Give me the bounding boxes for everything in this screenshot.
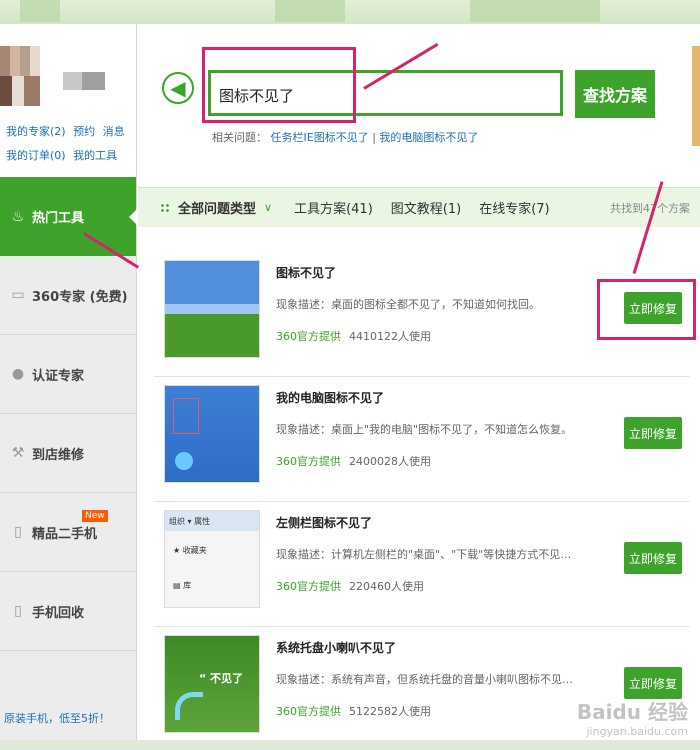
sidebar-item-label: 精品二手机 [32,526,98,542]
result-source: 360官方提供 [276,455,341,468]
my-tools-link[interactable]: 我的工具 [73,149,117,162]
related-link[interactable]: 我的电脑图标不见了 [379,131,478,144]
sidebar: 我的专家(2) 预约 消息 我的订单(0) 我的工具 ♨ 热门工具 ▭ 360专… [0,24,137,740]
desktop-placeholder [173,398,199,434]
wrench-icon: ⚒ [11,445,25,461]
new-badge: New [82,510,108,522]
promo-link[interactable]: 原装手机，低至5折！ [0,710,137,726]
fix-now-button[interactable]: 立即修复 [624,667,682,699]
chevron-down-icon[interactable]: ∨ [264,201,272,214]
result-description: 现象描述：桌面的图标全都不见了，不知道如何找回。 [276,298,540,311]
thumbnail-image [164,385,260,483]
result-title[interactable]: 图标不见了 [276,264,336,281]
blurred-region [470,0,600,22]
recycle-phone-icon: ▯ [14,603,22,619]
sidebar-item-phone-recycle[interactable]: ▯ 手机回收 [0,572,136,651]
globe-icon [175,452,193,470]
related-label: 相关问题： [212,131,267,144]
related-link[interactable]: 任务栏IE图标不见了 [271,131,369,144]
blurred-region [692,46,700,146]
tab-online-experts[interactable]: 在线专家(7) [479,198,549,217]
thumbnail-image [164,260,260,358]
fix-now-button[interactable]: 立即修复 [624,542,682,574]
monitor-icon: ▭ [11,287,25,303]
sidebar-item-label: 认证专家 [32,368,85,384]
result-title[interactable]: 我的电脑图标不见了 [276,389,384,406]
sidebar-item-label: 热门工具 [32,211,85,226]
related-questions: 相关问题： 任务栏IE图标不见了 | 我的电脑图标不见了 [212,131,479,144]
sidebar-item-store-repair[interactable]: ⚒ 到店维修 [0,414,136,493]
appointment-link[interactable]: 预约 [73,125,95,138]
result-description: 现象描述：计算机左侧栏的"桌面"、"下载"等快捷方式不见了或显示异... [276,548,576,561]
arrow-icon [175,692,203,720]
result-description: 现象描述：系统有声音，但系统托盘的音量小喇叭图标不见了。 [276,673,576,686]
blurred-region [20,0,60,22]
bottom-strip [0,740,700,750]
result-source: 360官方提供 [276,330,341,343]
main-panel: ◀ 图标不见了 查找方案 相关问题： 任务栏IE图标不见了 | 我的电脑图标不见… [138,24,700,740]
thumbnail-image: “ 不见了 [164,635,260,733]
explorer-favorites: ★ 收藏夹 [173,546,207,555]
blurred-region [275,0,345,22]
search-highlight-box [202,47,356,123]
my-orders-link[interactable]: 我的订单(0) [6,149,66,162]
explorer-library: ▤ 库 [173,581,192,590]
grid-icon [160,202,170,213]
back-button[interactable]: ◀ [162,72,194,104]
result-users: 5122582人使用 [349,705,431,718]
result-source: 360官方提供 [276,705,341,718]
sidebar-item-360-expert[interactable]: ▭ 360专家 (免费) [0,256,136,335]
sidebar-item-label: 360专家 (免费) [32,289,128,305]
find-solution-button[interactable]: 查找方案 [575,70,655,118]
username-blurred [63,72,105,90]
result-title[interactable]: 系统托盘小喇叭不见了 [276,639,396,656]
all-types-dropdown[interactable]: 全部问题类型 [160,198,256,217]
messages-link[interactable]: 消息 [103,125,125,138]
sidebar-item-certified-expert[interactable]: ● 认证专家 [0,335,136,414]
phone-icon: ▯ [14,524,22,540]
result-users: 2400028人使用 [349,455,431,468]
tab-tool-solutions[interactable]: 工具方案(41) [294,198,373,217]
flame-icon: ♨ [11,208,25,225]
avatar[interactable] [0,46,40,106]
window-top-bar [0,0,700,24]
thumbnail-image: 组织 ▾ 属性 ★ 收藏夹 ▤ 库 [164,510,260,608]
profile-links: 我的专家(2) 预约 消息 我的订单(0) 我的工具 [6,120,129,168]
thumb-caption: “ 不见了 [199,672,244,685]
sidebar-item-hot-tools[interactable]: ♨ 热门工具 [0,177,137,256]
person-icon: ● [11,366,25,382]
sidebar-item-used-phones[interactable]: ▯ 精品二手机 New [0,493,136,572]
arrow-left-icon: ◀ [170,76,186,100]
result-source: 360官方提供 [276,580,341,593]
profile-panel: 我的专家(2) 预约 消息 我的订单(0) 我的工具 [0,24,136,177]
watermark: Baidu 经验 jingyan.baidu.com [576,700,688,738]
result-description: 现象描述：桌面上"我的电脑"图标不见了，不知道怎么恢复。 [276,423,573,436]
list-item: 我的电脑图标不见了 现象描述：桌面上"我的电脑"图标不见了，不知道怎么恢复。 3… [154,377,690,502]
list-item: 组织 ▾ 属性 ★ 收藏夹 ▤ 库 左侧栏图标不见了 现象描述：计算机左侧栏的"… [154,502,690,627]
my-experts-link[interactable]: 我的专家(2) [6,125,66,138]
filter-bar: 全部问题类型 ∨ 工具方案(41) 图文教程(1) 在线专家(7) 共找到47个… [138,187,700,227]
all-types-label: 全部问题类型 [178,202,257,217]
sidebar-item-label: 手机回收 [32,605,85,621]
button-highlight-box [597,279,696,340]
result-users: 4410122人使用 [349,330,431,343]
result-title[interactable]: 左侧栏图标不见了 [276,514,372,531]
sidebar-item-label: 到店维修 [32,447,85,463]
explorer-toolbar: 组织 ▾ 属性 [165,511,259,531]
result-users: 220460人使用 [349,580,424,593]
tab-tutorials[interactable]: 图文教程(1) [391,198,461,217]
fix-now-button[interactable]: 立即修复 [624,417,682,449]
